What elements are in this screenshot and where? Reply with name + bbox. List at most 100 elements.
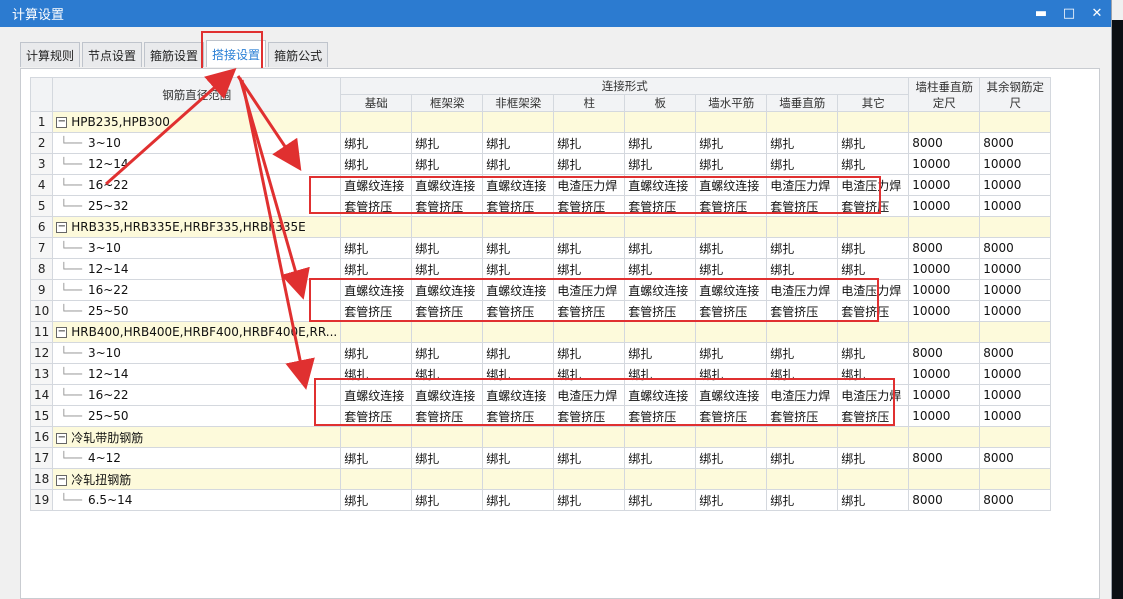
connection-cell[interactable] (624, 426, 697, 448)
connection-cell[interactable] (695, 321, 768, 343)
connection-cell[interactable]: 直螺纹连接 (482, 174, 555, 196)
table-row[interactable]: 2 └── 3~10 绑扎 绑扎 绑扎 绑扎 绑扎 绑扎 绑扎 绑扎 8000 8000 (29, 132, 1052, 154)
connection-cell[interactable] (837, 426, 910, 448)
connection-cell[interactable]: 套管挤压 (553, 300, 626, 322)
connection-cell[interactable]: 绑扎 (482, 447, 555, 469)
connection-cell[interactable]: 绑扎 (553, 237, 626, 259)
group-row[interactable]: 1− HPB235,HPB300 (29, 111, 1052, 133)
connection-cell[interactable] (411, 111, 484, 133)
connection-cell[interactable]: 直螺纹连接 (482, 384, 555, 406)
connection-cell[interactable]: 绑扎 (766, 258, 839, 280)
other-length-cell[interactable]: 8000 (979, 342, 1052, 364)
other-length-cell[interactable]: 10000 (979, 258, 1052, 280)
connection-cell[interactable]: 绑扎 (624, 342, 697, 364)
connection-cell[interactable] (340, 216, 413, 238)
connection-cell[interactable]: 套管挤压 (837, 300, 910, 322)
connection-cell[interactable]: 绑扎 (553, 447, 626, 469)
connection-cell[interactable]: 直螺纹连接 (624, 174, 697, 196)
connection-cell[interactable] (340, 111, 413, 133)
connection-cell[interactable]: 套管挤压 (482, 300, 555, 322)
tab-calc-rules[interactable]: 计算规则 (20, 42, 81, 67)
other-length-cell[interactable]: 10000 (979, 174, 1052, 196)
wall-column-length-cell[interactable]: 10000 (908, 153, 981, 175)
other-length-cell[interactable]: 10000 (979, 195, 1052, 217)
connection-cell[interactable]: 绑扎 (411, 342, 484, 364)
connection-cell[interactable] (482, 111, 555, 133)
connection-cell[interactable]: 直螺纹连接 (340, 174, 413, 196)
wall-column-length-cell[interactable]: 10000 (908, 174, 981, 196)
tab-stirrup-formula[interactable]: 箍筋公式 (268, 42, 329, 67)
connection-cell[interactable]: 套管挤压 (340, 300, 413, 322)
connection-cell[interactable]: 套管挤压 (411, 195, 484, 217)
other-length-cell[interactable]: 10000 (979, 405, 1052, 427)
connection-cell[interactable]: 直螺纹连接 (340, 279, 413, 301)
connection-cell[interactable]: 绑扎 (340, 132, 413, 154)
connection-cell[interactable]: 绑扎 (340, 489, 413, 511)
connection-cell[interactable]: 绑扎 (837, 489, 910, 511)
connection-cell[interactable]: 绑扎 (340, 363, 413, 385)
connection-cell[interactable]: 直螺纹连接 (695, 174, 768, 196)
table-row[interactable]: 14 └── 16~22 直螺纹连接 直螺纹连接 直螺纹连接 电渣压力焊 直螺纹连接 直螺纹连接… (29, 384, 1052, 406)
wall-column-length-cell[interactable]: 10000 (908, 195, 981, 217)
close-button[interactable]: ✕ (1083, 6, 1111, 21)
connection-cell[interactable]: 电渣压力焊 (553, 279, 626, 301)
wall-column-length-cell[interactable]: 8000 (908, 237, 981, 259)
connection-cell[interactable]: 绑扎 (624, 363, 697, 385)
connection-cell[interactable] (695, 216, 768, 238)
other-length-cell[interactable]: 10000 (979, 300, 1052, 322)
table-row[interactable]: 15 └── 25~50 套管挤压 套管挤压 套管挤压 套管挤压 套管挤压 套管挤压 套管挤压 套管… (29, 405, 1052, 427)
group-row[interactable]: 11− HRB400,HRB400E,HRBF400,HRBF400E,RR... (29, 321, 1052, 343)
connection-cell[interactable]: 套管挤压 (411, 300, 484, 322)
table-row[interactable]: 8 └── 12~14 绑扎 绑扎 绑扎 绑扎 绑扎 绑扎 绑扎 绑扎 10000 10000 (29, 258, 1052, 280)
wall-column-length-cell[interactable] (908, 321, 981, 343)
table-row[interactable]: 5 └── 25~32 套管挤压 套管挤压 套管挤压 套管挤压 套管挤压 套管挤压 套管挤压 套管挤… (29, 195, 1052, 217)
collapse-icon[interactable]: − (56, 327, 68, 338)
connection-cell[interactable] (766, 321, 839, 343)
other-length-cell[interactable] (979, 216, 1052, 238)
connection-cell[interactable]: 电渣压力焊 (837, 174, 910, 196)
other-length-cell[interactable]: 8000 (979, 237, 1052, 259)
connection-cell[interactable]: 绑扎 (482, 132, 555, 154)
other-length-cell[interactable]: 10000 (979, 153, 1052, 175)
connection-cell[interactable]: 套管挤压 (695, 300, 768, 322)
connection-cell[interactable] (837, 321, 910, 343)
table-row[interactable]: 12 └── 3~10 绑扎 绑扎 绑扎 绑扎 绑扎 绑扎 绑扎 绑扎 8000 8000 (29, 342, 1052, 364)
collapse-icon[interactable]: − (56, 474, 68, 486)
connection-cell[interactable]: 直螺纹连接 (695, 384, 768, 406)
connection-cell[interactable]: 直螺纹连接 (624, 279, 697, 301)
connection-cell[interactable]: 套管挤压 (837, 405, 910, 427)
connection-cell[interactable]: 绑扎 (411, 489, 484, 511)
other-length-cell[interactable]: 8000 (979, 447, 1052, 469)
connection-cell[interactable]: 绑扎 (411, 153, 484, 175)
connection-cell[interactable]: 绑扎 (766, 132, 839, 154)
connection-cell[interactable]: 绑扎 (340, 258, 413, 280)
connection-cell[interactable]: 绑扎 (411, 363, 484, 385)
collapse-icon[interactable]: − (56, 222, 68, 233)
connection-cell[interactable] (482, 426, 555, 448)
connection-cell[interactable] (340, 321, 413, 343)
connection-cell[interactable] (837, 468, 910, 490)
connection-cell[interactable] (624, 111, 697, 133)
table-row[interactable]: 17 └── 4~12 绑扎 绑扎 绑扎 绑扎 绑扎 绑扎 绑扎 绑扎 8000 8000 (29, 447, 1052, 469)
other-length-cell[interactable] (979, 468, 1052, 490)
connection-cell[interactable] (624, 216, 697, 238)
connection-cell[interactable]: 绑扎 (695, 447, 768, 469)
connection-cell[interactable] (624, 321, 697, 343)
table-row[interactable]: 10 └── 25~50 套管挤压 套管挤压 套管挤压 套管挤压 套管挤压 套管挤压 套管挤压 套管… (29, 300, 1052, 322)
connection-cell[interactable]: 电渣压力焊 (553, 384, 626, 406)
connection-cell[interactable]: 绑扎 (340, 447, 413, 469)
connection-cell[interactable]: 绑扎 (553, 363, 626, 385)
connection-cell[interactable] (340, 426, 413, 448)
connection-cell[interactable]: 绑扎 (695, 489, 768, 511)
maximize-button[interactable]: □ (1055, 6, 1083, 21)
table-row[interactable]: 7 └── 3~10 绑扎 绑扎 绑扎 绑扎 绑扎 绑扎 绑扎 绑扎 8000 8000 (29, 237, 1052, 259)
connection-cell[interactable]: 绑扎 (482, 153, 555, 175)
connection-cell[interactable]: 绑扎 (837, 132, 910, 154)
wall-column-length-cell[interactable]: 8000 (908, 489, 981, 511)
wall-column-length-cell[interactable]: 8000 (908, 447, 981, 469)
connection-cell[interactable] (837, 216, 910, 238)
wall-column-length-cell[interactable] (908, 216, 981, 238)
connection-cell[interactable]: 绑扎 (837, 258, 910, 280)
connection-cell[interactable]: 套管挤压 (766, 195, 839, 217)
connection-cell[interactable] (624, 468, 697, 490)
